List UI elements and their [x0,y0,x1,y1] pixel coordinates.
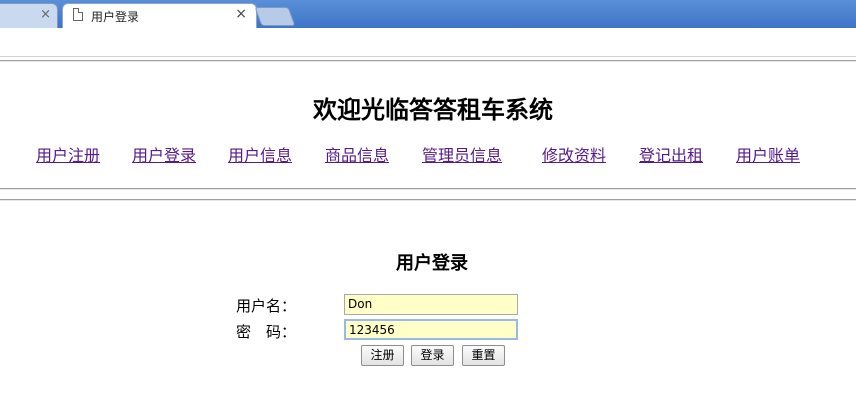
login-heading: 用户登录 [396,253,468,274]
register-button[interactable]: 注册 [361,345,404,366]
login-button[interactable]: 登录 [411,345,454,366]
browser-tab-title: 用户登录 [91,10,140,24]
password-input[interactable]: 123456 [344,319,518,340]
divider-top [0,60,856,62]
browser-tab-active[interactable]: 用户登录 × [62,3,257,28]
nav-link-user-bills[interactable]: 用户账单 [736,142,800,166]
nav-link-admin-info[interactable]: 管理员信息 [422,142,502,166]
close-icon[interactable]: × [40,7,51,22]
close-icon[interactable]: × [235,6,247,22]
reset-button[interactable]: 重置 [462,345,505,366]
password-label: 密 码： [236,323,297,341]
browser-tab-previous[interactable]: × [0,3,58,28]
divider-lower [0,199,856,201]
nav-link-user-info[interactable]: 用户信息 [228,142,292,166]
nav-link-edit-profile[interactable]: 修改资料 [542,142,606,166]
divider-middle [0,188,856,190]
username-input[interactable]: Don [344,294,518,315]
site-title: 欢迎光临答答租车系统 [313,95,553,124]
page-icon [73,8,83,21]
nav-link-rent-register[interactable]: 登记出租 [639,142,703,166]
nav-link-login[interactable]: 用户登录 [132,142,196,166]
browser-toolbar [0,28,856,57]
nav-link-product-info[interactable]: 商品信息 [325,142,389,166]
new-tab-button[interactable] [254,7,296,26]
browser-tab-strip: × 用户登录 × [0,0,856,28]
username-label: 用户名： [236,297,297,315]
nav-link-register[interactable]: 用户注册 [36,142,100,166]
